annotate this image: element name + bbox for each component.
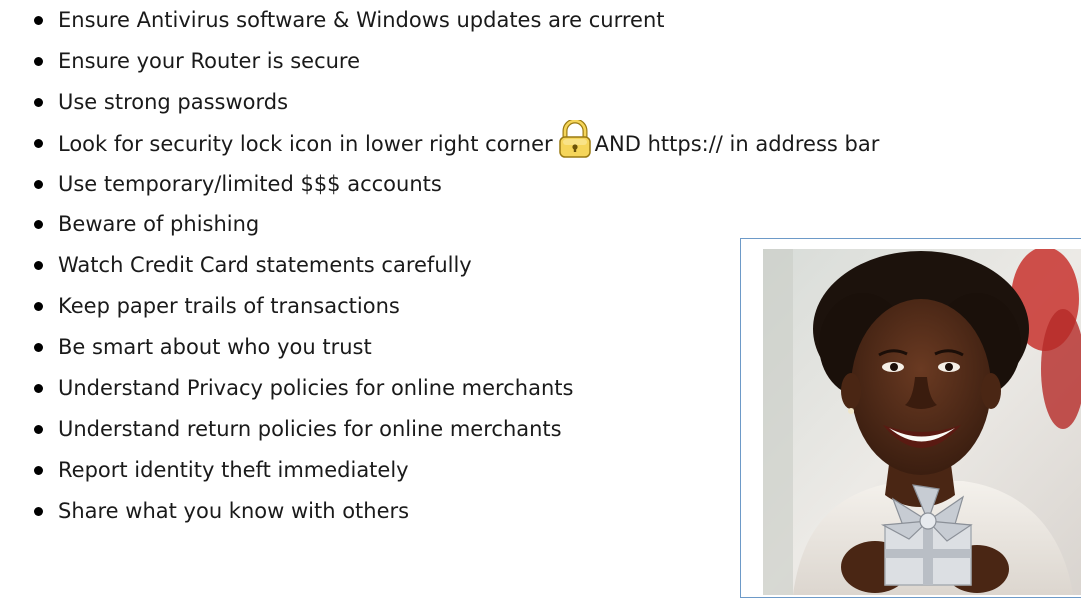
tip-text: Use temporary/limited $$$ accounts [58,171,442,196]
bullet-icon [34,56,43,66]
tip-text: Beware of phishing [58,212,260,237]
bullet-icon [34,138,43,148]
tip-text: Report identity theft immediately [58,457,409,482]
tip-text: Understand return policies for online me… [58,416,562,441]
bullet-icon [34,220,43,230]
tip-text-before: Look for security lock icon in lower rig… [58,131,553,156]
tip-text: Understand Privacy policies for online m… [58,376,574,401]
photo-frame [740,238,1081,598]
bullet-icon [34,261,43,271]
bullet-icon [34,179,43,189]
tip-text: Keep paper trails of transactions [58,294,400,319]
tip-text: Use strong passwords [58,89,289,114]
tip-text: Ensure Antivirus software & Windows upda… [58,8,665,32]
tip-text-after: AND https:// in address bar [594,131,880,156]
smiling-woman-holding-gift-photo [763,249,1081,595]
bullet-icon [34,343,43,353]
bullet-icon [34,384,43,394]
bullet-icon [34,97,43,107]
tip-text-with-icon: Look for security lock icon in lower rig… [58,118,880,167]
bullet-icon [34,506,43,516]
tip-text: Share what you know with others [58,498,410,523]
bullet-icon [34,302,43,312]
padlock-icon [557,118,593,158]
tip-text: Be smart about who you trust [58,335,372,360]
bullet-icon [34,16,43,25]
tip-text: Ensure your Router is secure [58,48,361,73]
tip-text: Watch Credit Card statements carefully [58,253,472,278]
bullet-icon [34,465,43,475]
bullet-icon [34,424,43,434]
